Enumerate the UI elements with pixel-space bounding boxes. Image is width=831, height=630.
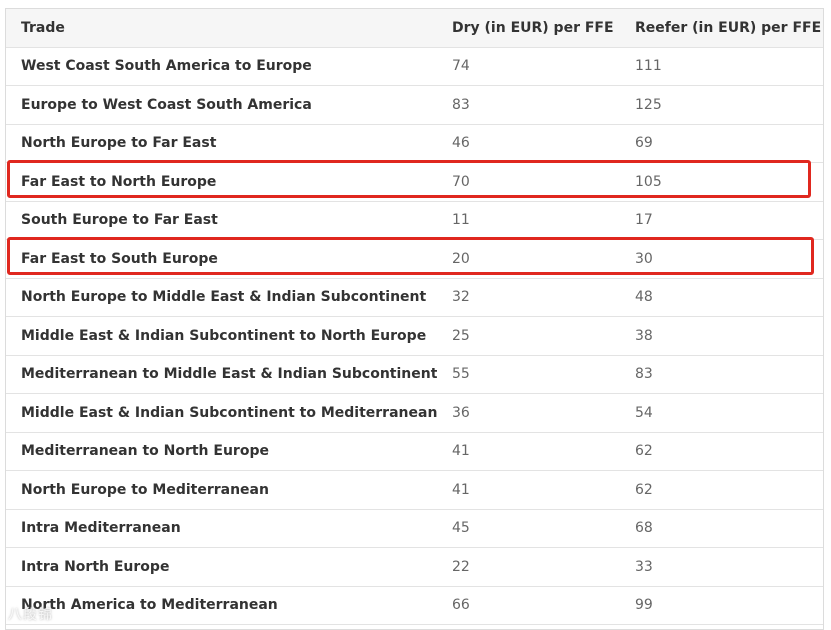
table-row: West Coast South America to Europe 74 11… [6,47,823,86]
surcharge-table-container: Trade Dry (in EUR) per FFE Reefer (in EU… [5,8,824,630]
reefer-cell: 99 [620,586,823,625]
trade-cell: North America to Mediterranean [6,586,437,625]
trade-cell: Far East to South Europe [6,239,437,279]
reefer-cell: 83 [620,355,823,394]
table-row-highlighted: Far East to South Europe 20 30 [6,239,823,279]
dry-cell: 83 [437,85,620,125]
dry-cell: 22 [437,547,620,587]
trade-cell: Middle East & Indian Subcontinent to Med… [6,393,437,433]
reefer-cell: 30 [620,239,823,279]
trade-cell: Europe to West Coast South America [6,85,437,125]
reefer-cell: 111 [620,47,823,86]
surcharge-table: Trade Dry (in EUR) per FFE Reefer (in EU… [6,9,823,625]
dry-cell: 36 [437,393,620,433]
trade-cell: South Europe to Far East [6,201,437,240]
reefer-cell: 54 [620,393,823,433]
table-row: Intra Mediterranean 45 68 [6,509,823,548]
table-header-row: Trade Dry (in EUR) per FFE Reefer (in EU… [6,9,823,48]
table-row: North America to Mediterranean 66 99 [6,586,823,625]
table-row: Middle East & Indian Subcontinent to Med… [6,393,823,433]
trade-cell: Mediterranean to North Europe [6,432,437,471]
dry-cell: 45 [437,509,620,548]
table-row: Middle East & Indian Subcontinent to Nor… [6,316,823,356]
reefer-cell: 38 [620,316,823,356]
dry-cell: 70 [437,162,620,202]
table-row: North Europe to Far East 46 69 [6,124,823,163]
table-row: South Europe to Far East 11 17 [6,201,823,240]
trade-cell: Intra North Europe [6,547,437,587]
reefer-cell: 69 [620,124,823,163]
dry-cell: 32 [437,278,620,317]
reefer-cell: 17 [620,201,823,240]
reefer-cell: 68 [620,509,823,548]
dry-cell: 55 [437,355,620,394]
trade-cell: West Coast South America to Europe [6,47,437,86]
table-row: North Europe to Middle East & Indian Sub… [6,278,823,317]
trade-cell: Middle East & Indian Subcontinent to Nor… [6,316,437,356]
table-row: Intra North Europe 22 33 [6,547,823,587]
reefer-cell: 48 [620,278,823,317]
trade-cell: North Europe to Middle East & Indian Sub… [6,278,437,317]
reefer-cell: 33 [620,547,823,587]
table-row: Mediterranean to Middle East & Indian Su… [6,355,823,394]
reefer-cell: 62 [620,432,823,471]
table-row: Europe to West Coast South America 83 12… [6,85,823,125]
trade-cell: Far East to North Europe [6,162,437,202]
trade-cell: North Europe to Far East [6,124,437,163]
table-row: North Europe to Mediterranean 41 62 [6,470,823,510]
trade-cell: North Europe to Mediterranean [6,470,437,510]
dry-cell: 46 [437,124,620,163]
header-trade: Trade [6,9,437,48]
header-dry: Dry (in EUR) per FFE [437,9,620,48]
trade-cell: Mediterranean to Middle East & Indian Su… [6,355,437,394]
dry-cell: 74 [437,47,620,86]
dry-cell: 11 [437,201,620,240]
watermark: 八段锦 [8,607,53,623]
header-reefer: Reefer (in EUR) per FFE [620,9,823,48]
table-row: Mediterranean to North Europe 41 62 [6,432,823,471]
dry-cell: 25 [437,316,620,356]
reefer-cell: 105 [620,162,823,202]
dry-cell: 41 [437,432,620,471]
reefer-cell: 62 [620,470,823,510]
trade-cell: Intra Mediterranean [6,509,437,548]
dry-cell: 20 [437,239,620,279]
dry-cell: 41 [437,470,620,510]
reefer-cell: 125 [620,85,823,125]
table-row-highlighted: Far East to North Europe 70 105 [6,162,823,202]
dry-cell: 66 [437,586,620,625]
